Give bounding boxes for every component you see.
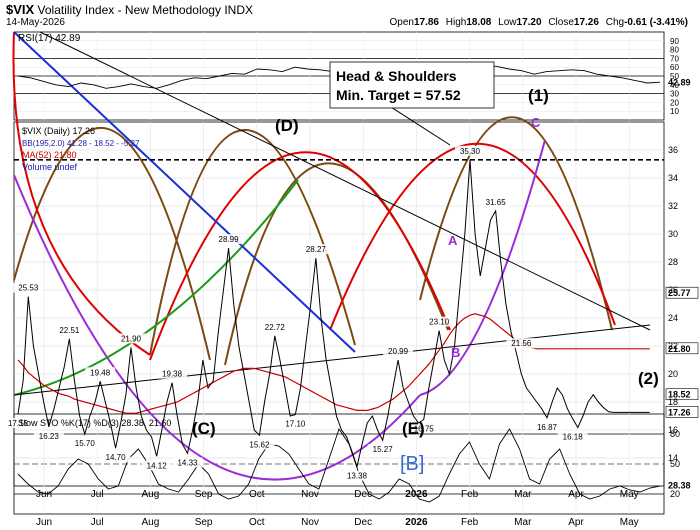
price-y-tick: 18 bbox=[668, 397, 678, 407]
sto-x-tick: Feb bbox=[461, 517, 479, 528]
price-data-label: 22.72 bbox=[265, 323, 286, 332]
price-data-label: 28.27 bbox=[306, 245, 327, 254]
price-data-label: 25.53 bbox=[18, 284, 39, 293]
price-y-tick: 30 bbox=[668, 229, 678, 239]
price-x-tick: Sep bbox=[195, 489, 213, 500]
price-panel-frame bbox=[13, 121, 665, 487]
sto-y-tick: 80 bbox=[670, 429, 680, 439]
price-data-label: 21.90 bbox=[121, 334, 142, 343]
sto-x-tick: Apr bbox=[568, 517, 584, 528]
price-data-label: 14.70 bbox=[106, 453, 127, 462]
price-x-tick: 2026 bbox=[405, 489, 428, 500]
rsi-y-tick: 10 bbox=[670, 107, 679, 116]
rsi-y-tick: 20 bbox=[670, 98, 679, 107]
rsi-y-tick: 90 bbox=[670, 37, 679, 46]
price-legend-line4: Volume undef bbox=[22, 162, 78, 172]
sto-legend: Slow STO %K(17) %D(3) 28.38, 21.60 bbox=[18, 418, 171, 428]
chart-svg: 42.89 28.38 17.1525.5316.2322.5115.7019.… bbox=[3, 31, 699, 528]
wave-label-C-paren: (C) bbox=[192, 419, 216, 438]
price-data-label: 31.65 bbox=[486, 198, 507, 207]
price-data-label: 19.38 bbox=[162, 370, 183, 379]
price-y-tick: 26 bbox=[668, 285, 678, 295]
hs-target: Min. Target = 57.52 bbox=[336, 87, 461, 103]
sto-x-tick: 2026 bbox=[405, 517, 428, 528]
rsi-y-tick: 60 bbox=[670, 63, 679, 72]
price-data-label: 16.87 bbox=[537, 423, 558, 432]
price-data-label: 16.18 bbox=[563, 432, 584, 441]
sto-y-tick: 20 bbox=[670, 489, 680, 499]
price-data-label: 28.99 bbox=[219, 235, 240, 244]
price-data-label: 23.10 bbox=[429, 318, 450, 327]
price-x-tick: Feb bbox=[461, 489, 479, 500]
rsi-y-tick: 70 bbox=[670, 54, 679, 63]
price-x-tick: Jul bbox=[91, 489, 104, 500]
rsi-y-tick: 30 bbox=[670, 90, 679, 99]
sto-y-tick: 50 bbox=[670, 459, 680, 469]
rsi-legend: RSI(17) 42.89 bbox=[18, 33, 81, 44]
price-y-tick: 22 bbox=[668, 341, 678, 351]
price-x-tick: Mar bbox=[514, 489, 532, 500]
sto-x-tick: Jun bbox=[36, 517, 52, 528]
price-y-tick: 34 bbox=[668, 173, 678, 183]
price-y-tick: 32 bbox=[668, 201, 678, 211]
sto-x-tick: Dec bbox=[354, 517, 372, 528]
price-x-tick: Apr bbox=[568, 489, 584, 500]
wave-label-B: B bbox=[451, 345, 460, 360]
right-value-label: 17.26 bbox=[668, 407, 691, 417]
price-legend-line3: MA(52) 21.80 bbox=[22, 150, 77, 160]
price-data-label: 15.27 bbox=[373, 445, 394, 454]
rsi-y-tick: 50 bbox=[670, 72, 679, 81]
sto-x-tick: Mar bbox=[514, 517, 532, 528]
sto-x-tick: Nov bbox=[301, 517, 319, 528]
price-data-label: 19.48 bbox=[90, 368, 111, 377]
sto-x-tick: Oct bbox=[249, 517, 265, 528]
price-x-tick: Jun bbox=[36, 489, 52, 500]
price-x-tick: Dec bbox=[354, 489, 372, 500]
price-data-label: 16.23 bbox=[39, 432, 60, 441]
price-data-label: 15.70 bbox=[75, 439, 96, 448]
wave-label-C: C bbox=[531, 115, 541, 130]
price-y-tick: 36 bbox=[668, 145, 678, 155]
price-data-label: 20.99 bbox=[388, 347, 409, 356]
price-x-tick: Aug bbox=[142, 489, 160, 500]
sto-x-tick: May bbox=[620, 517, 639, 528]
rsi-y-tick: 40 bbox=[670, 81, 679, 90]
price-data-label: 17.10 bbox=[285, 420, 306, 429]
price-data-label: 15.62 bbox=[249, 440, 270, 449]
sto-x-tick: Sep bbox=[195, 517, 213, 528]
price-data-label: 14.12 bbox=[147, 461, 168, 470]
wave-label-B-bracket: [B] bbox=[400, 453, 424, 475]
price-legend-line2: BB(195,2.0) 41.28 - 18.52 - -5.27 bbox=[22, 139, 140, 148]
hs-title: Head & Shoulders bbox=[336, 68, 457, 84]
price-legend-line1: $VIX (Daily) 17.26 bbox=[22, 126, 95, 136]
price-data-label: 14.33 bbox=[177, 458, 198, 467]
wave-label-D: (D) bbox=[275, 116, 299, 135]
price-data-label: 35.30 bbox=[460, 147, 481, 156]
price-y-tick: 24 bbox=[668, 313, 678, 323]
wave-label-E: (E) bbox=[402, 419, 425, 438]
price-y-tick: 28 bbox=[668, 257, 678, 267]
price-y-tick: 20 bbox=[668, 369, 678, 379]
price-data-label: 13.38 bbox=[347, 472, 368, 481]
price-x-tick: May bbox=[620, 489, 639, 500]
rsi-y-tick: 80 bbox=[670, 46, 679, 55]
price-data-label: 21.56 bbox=[511, 339, 532, 348]
sto-x-tick: Aug bbox=[142, 517, 160, 528]
chart-stage: $VIX Volatility Index - New Methodology … bbox=[0, 0, 700, 530]
price-data-label: 22.51 bbox=[59, 326, 80, 335]
wave-label-A: A bbox=[448, 233, 458, 248]
wave-label-2: (2) bbox=[638, 369, 659, 388]
price-x-tick: Nov bbox=[301, 489, 319, 500]
sto-x-tick: Jul bbox=[91, 517, 104, 528]
wave-label-1: (1) bbox=[528, 86, 549, 105]
price-x-tick: Oct bbox=[249, 489, 265, 500]
